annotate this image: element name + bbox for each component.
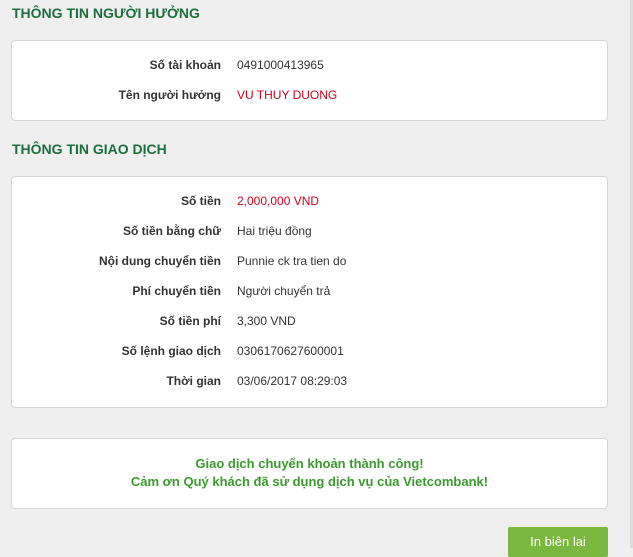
- thank-you-message: Cảm ơn Quý khách đã sử dụng dịch vụ của …: [130, 474, 489, 489]
- transfer-content-label: Nội dung chuyển tiền: [99, 254, 221, 268]
- account-number-label: Số tài khoản: [149, 58, 221, 72]
- transaction-id-value: 0306170627600001: [237, 344, 344, 358]
- amount-label: Số tiền: [180, 194, 221, 208]
- fee-payer-label: Phí chuyển tiền: [132, 284, 221, 298]
- success-message: Giao dịch chuyển khoản thành công!: [195, 456, 424, 471]
- amount-row: Số tiền 2,000,000 VND: [12, 193, 607, 209]
- transaction-time-value: 03/06/2017 08:29:03: [237, 374, 348, 388]
- transaction-id-label: Số lệnh giao dịch: [121, 344, 221, 358]
- fee-amount-row: Số tiền phí 3,300 VND: [12, 313, 607, 329]
- amount-in-words-row: Số tiền bằng chữ Hai triệu đồng: [12, 223, 607, 239]
- fee-amount-label: Số tiền phí: [159, 314, 221, 328]
- success-message-panel: Giao dịch chuyển khoản thành công! Cảm ơ…: [11, 438, 608, 509]
- transaction-time-row: Thời gian 03/06/2017 08:29:03: [12, 373, 607, 389]
- account-number-value: 0491000413965: [237, 58, 324, 72]
- beneficiary-section-title: THÔNG TIN NGƯỜI HƯỞNG: [12, 5, 200, 21]
- amount-in-words-label: Số tiền bằng chữ: [122, 224, 221, 238]
- beneficiary-name-row: Tên người hưởng VU THUY DUONG: [12, 87, 607, 103]
- transaction-id-row: Số lệnh giao dịch 0306170627600001: [12, 343, 607, 359]
- fee-payer-value: Người chuyển trả: [237, 284, 331, 298]
- transfer-content-row: Nội dung chuyển tiền Punnie ck tra tien …: [12, 253, 607, 269]
- beneficiary-panel: Số tài khoản 0491000413965 Tên người hưở…: [11, 40, 608, 121]
- account-number-row: Số tài khoản 0491000413965: [12, 57, 607, 73]
- amount-value: 2,000,000 VND: [237, 194, 320, 208]
- print-receipt-button[interactable]: In biên lai: [508, 527, 608, 557]
- transfer-content-value: Punnie ck tra tien do: [237, 254, 347, 268]
- beneficiary-name-label: Tên người hưởng: [118, 88, 221, 102]
- fee-payer-row: Phí chuyển tiền Người chuyển trả: [12, 283, 607, 299]
- fee-amount-value: 3,300 VND: [237, 314, 296, 328]
- beneficiary-name-value: VU THUY DUONG: [237, 88, 338, 102]
- amount-in-words-value: Hai triệu đồng: [237, 224, 312, 238]
- transaction-time-label: Thời gian: [166, 374, 221, 388]
- transaction-panel: Số tiền 2,000,000 VND Số tiền bằng chữ H…: [11, 176, 608, 408]
- transaction-section-title: THÔNG TIN GIAO DỊCH: [12, 141, 167, 157]
